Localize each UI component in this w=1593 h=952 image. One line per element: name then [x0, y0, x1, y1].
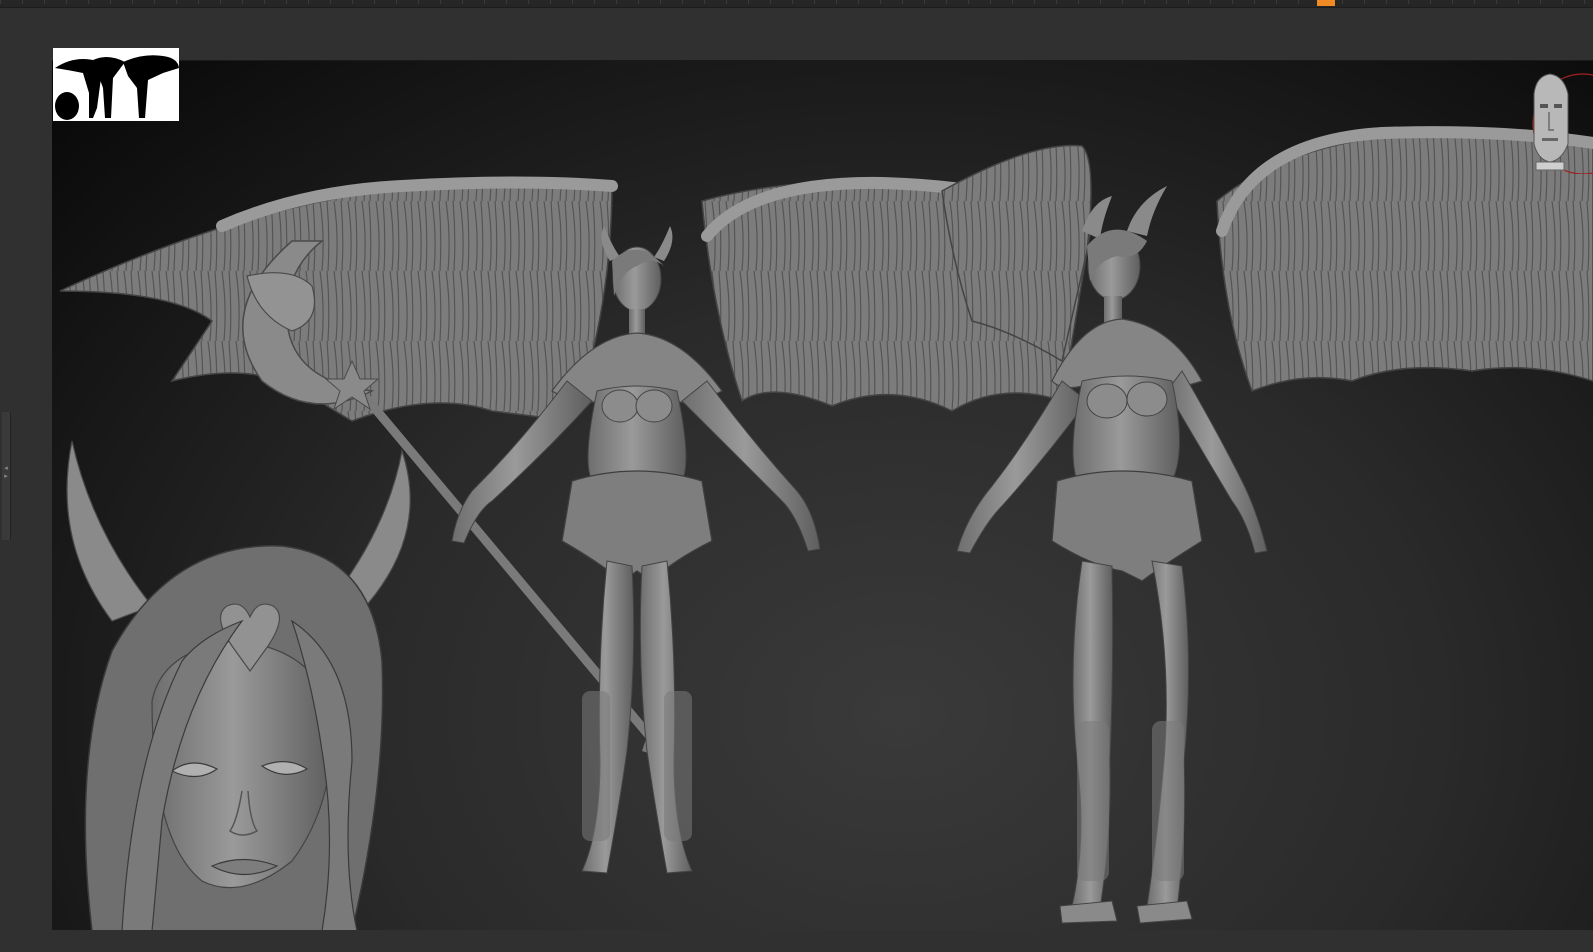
bottom-shelf [0, 930, 1593, 952]
navigation-head-graphic [1532, 73, 1593, 175]
top-ruler-bar [0, 0, 1593, 8]
timeline-marker-icon[interactable] [1317, 0, 1335, 6]
navigation-head-icon[interactable] [1528, 64, 1593, 175]
head-closeup [66, 440, 411, 931]
model-scene [59, 126, 1593, 931]
ruler-ticks [0, 0, 1593, 4]
left-tray-handle[interactable]: ◂ ▸ [2, 412, 11, 540]
document-viewport[interactable] [52, 60, 1593, 931]
sculpt-app-window: ◂ ▸ [0, 0, 1593, 952]
silhouette-thumbnail[interactable] [53, 48, 179, 121]
silhouette-graphic [55, 55, 179, 120]
tray-collapse-icon[interactable]: ◂ ▸ [3, 464, 9, 490]
